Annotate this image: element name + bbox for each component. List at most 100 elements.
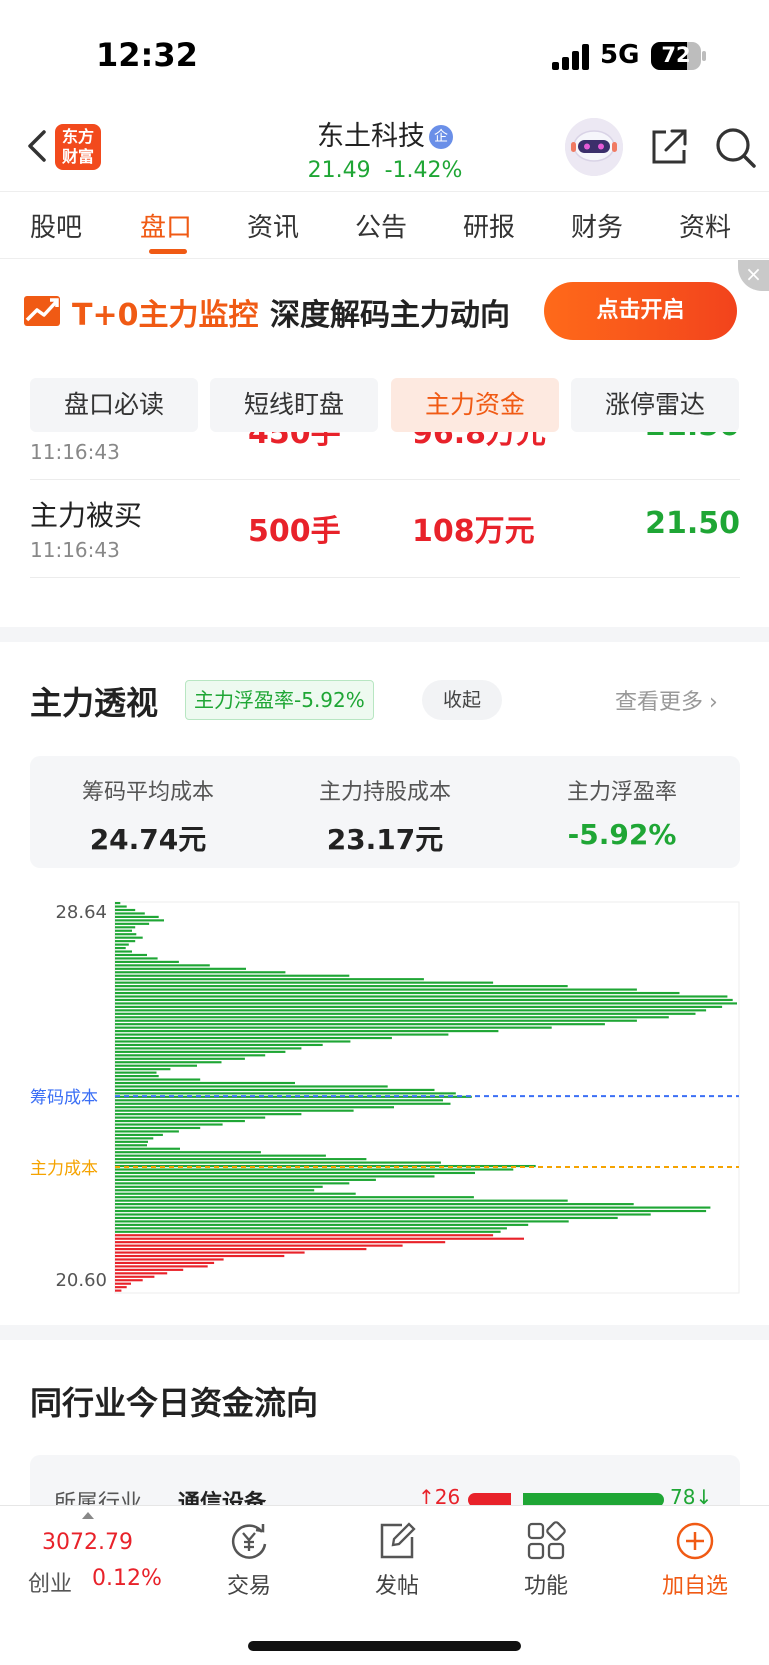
- cost-label: 主力浮盈率: [566, 780, 677, 805]
- main-fund-trades: 11:16:43 450手 96.8万元 21.50 主力被买 11:16:43…: [30, 432, 740, 597]
- chip-bar: [115, 936, 143, 939]
- chip-bar: [115, 1071, 157, 1074]
- robot-icon[interactable]: [565, 118, 623, 176]
- chip-bar: [115, 1061, 222, 1064]
- chip-bar: [115, 974, 350, 977]
- tab-research[interactable]: 研报: [463, 207, 515, 244]
- chip-bar: [115, 1057, 245, 1060]
- chip-bar: [115, 922, 150, 925]
- chip-bar: [115, 1064, 197, 1067]
- tab-finance[interactable]: 财务: [571, 207, 623, 244]
- trade-time: 11:16:43: [30, 538, 120, 562]
- subtab-limit-up-radar[interactable]: 涨停雷达: [571, 378, 739, 432]
- home-indicator: [248, 1641, 521, 1651]
- cost-item: 主力浮盈率 -5.92%: [504, 774, 740, 851]
- search-icon[interactable]: [714, 126, 758, 170]
- chip-bar: [115, 1016, 669, 1019]
- tab-pankou[interactable]: 盘口: [140, 207, 192, 244]
- stock-title[interactable]: 东土科技企: [260, 114, 510, 153]
- network-type: 5G: [600, 40, 640, 70]
- index-name[interactable]: 创业: [28, 1566, 72, 1598]
- chip-bar: [115, 1023, 605, 1026]
- chip-bar: [115, 1106, 394, 1109]
- chip-bar: [115, 1068, 171, 1071]
- back-icon[interactable]: [22, 126, 52, 166]
- index-value[interactable]: 3072.79: [42, 1530, 133, 1555]
- chip-bar: [115, 943, 129, 946]
- subtab-short-term[interactable]: 短线盯盘: [210, 378, 378, 432]
- chip-bar: [115, 1234, 494, 1237]
- view-more-link[interactable]: 查看更多 ›: [615, 684, 718, 716]
- chip-bar: [115, 1154, 326, 1157]
- chip-bar: [115, 1095, 472, 1098]
- chip-bar: [115, 1175, 435, 1178]
- nav-post[interactable]: 发帖: [352, 1520, 442, 1600]
- app-logo[interactable]: 东方 财富: [55, 124, 101, 170]
- chip-bar: [115, 967, 246, 970]
- chevron-right-icon: ›: [709, 690, 718, 715]
- chip-bar: [115, 1282, 131, 1285]
- chip-bar: [115, 1043, 323, 1047]
- close-icon[interactable]: ×: [738, 260, 769, 291]
- chip-bar: [115, 1248, 367, 1251]
- nav-add-watchlist[interactable]: 加自选: [650, 1520, 740, 1600]
- chip-bar: [115, 981, 494, 984]
- activate-button[interactable]: 点击开启: [544, 282, 737, 340]
- chip-bar: [115, 1151, 261, 1154]
- table-row: 11:16:43 450手 96.8万元 21.50: [30, 432, 740, 480]
- tab-guba[interactable]: 股吧: [30, 207, 82, 244]
- chip-bar: [115, 960, 179, 963]
- chip-bar: [115, 988, 637, 991]
- chip-bar: [115, 950, 132, 953]
- chip-bar: [115, 1081, 295, 1085]
- caret-up-icon[interactable]: [82, 1512, 94, 1519]
- chip-bar: [115, 1237, 524, 1240]
- stock-name: 东土科技: [317, 121, 425, 152]
- chip-bar: [115, 1078, 201, 1081]
- index-change[interactable]: 0.12%: [92, 1566, 162, 1591]
- cost-item: 主力持股成本 23.17元: [267, 774, 503, 858]
- chip-bar: [115, 1178, 376, 1181]
- chip-bar: [115, 1102, 451, 1105]
- chip-bar: [115, 1171, 475, 1175]
- status-time: 12:32: [96, 36, 198, 74]
- yuan-refresh-icon: [231, 1524, 267, 1559]
- chip-bar: [115, 1116, 266, 1119]
- active-tab-indicator: [149, 249, 187, 254]
- nav-trade[interactable]: 交易: [204, 1520, 294, 1600]
- stock-header: 东方 财富 东土科技企 21.49 -1.42%: [0, 110, 769, 192]
- battery-level: 72: [661, 43, 691, 67]
- subtab-main-funds[interactable]: 主力资金: [391, 378, 559, 432]
- chip-bar: [115, 1002, 737, 1005]
- share-icon[interactable]: [648, 126, 690, 168]
- chip-bar: [115, 1126, 201, 1130]
- status-bar: 12:32 5G 72: [0, 0, 769, 110]
- chip-bar: [115, 1192, 356, 1195]
- grid-icon: [527, 1521, 566, 1560]
- chip-bar: [115, 1054, 266, 1057]
- collapse-button[interactable]: 收起: [422, 680, 502, 720]
- chip-bar: [115, 964, 210, 967]
- chip-bar: [115, 1088, 435, 1091]
- section-title: 同行业今日资金流向: [30, 1384, 319, 1422]
- chip-bar: [115, 933, 137, 936]
- chip-bar: [115, 908, 136, 912]
- chip-bar: [115, 1196, 474, 1199]
- subtab-must-read[interactable]: 盘口必读: [30, 378, 198, 432]
- tab-profile[interactable]: 资料: [679, 207, 731, 244]
- promo-banner[interactable]: × T+0主力监控 深度解码主力动向 点击开启: [0, 260, 769, 360]
- chip-bar: [115, 978, 424, 981]
- profit-rate-tag: 主力浮盈率-5.92%: [185, 680, 374, 720]
- table-row: 主力被买 11:16:43 500手 108万元 21.50: [30, 480, 740, 578]
- chip-bar: [115, 1258, 224, 1261]
- chip-bar: [115, 1030, 499, 1033]
- chip-bar: [115, 1036, 392, 1040]
- chip-bar: [115, 1216, 618, 1220]
- logo-line2: 财富: [61, 147, 94, 166]
- nav-functions[interactable]: 功能: [501, 1520, 591, 1600]
- stock-price: 21.49: [307, 158, 371, 183]
- stock-tabs: 股吧 盘口 资讯 公告 研报 财务 资料: [0, 193, 769, 259]
- tab-news[interactable]: 资讯: [247, 207, 299, 244]
- tab-announcements[interactable]: 公告: [355, 207, 407, 244]
- section-divider: [0, 1325, 769, 1340]
